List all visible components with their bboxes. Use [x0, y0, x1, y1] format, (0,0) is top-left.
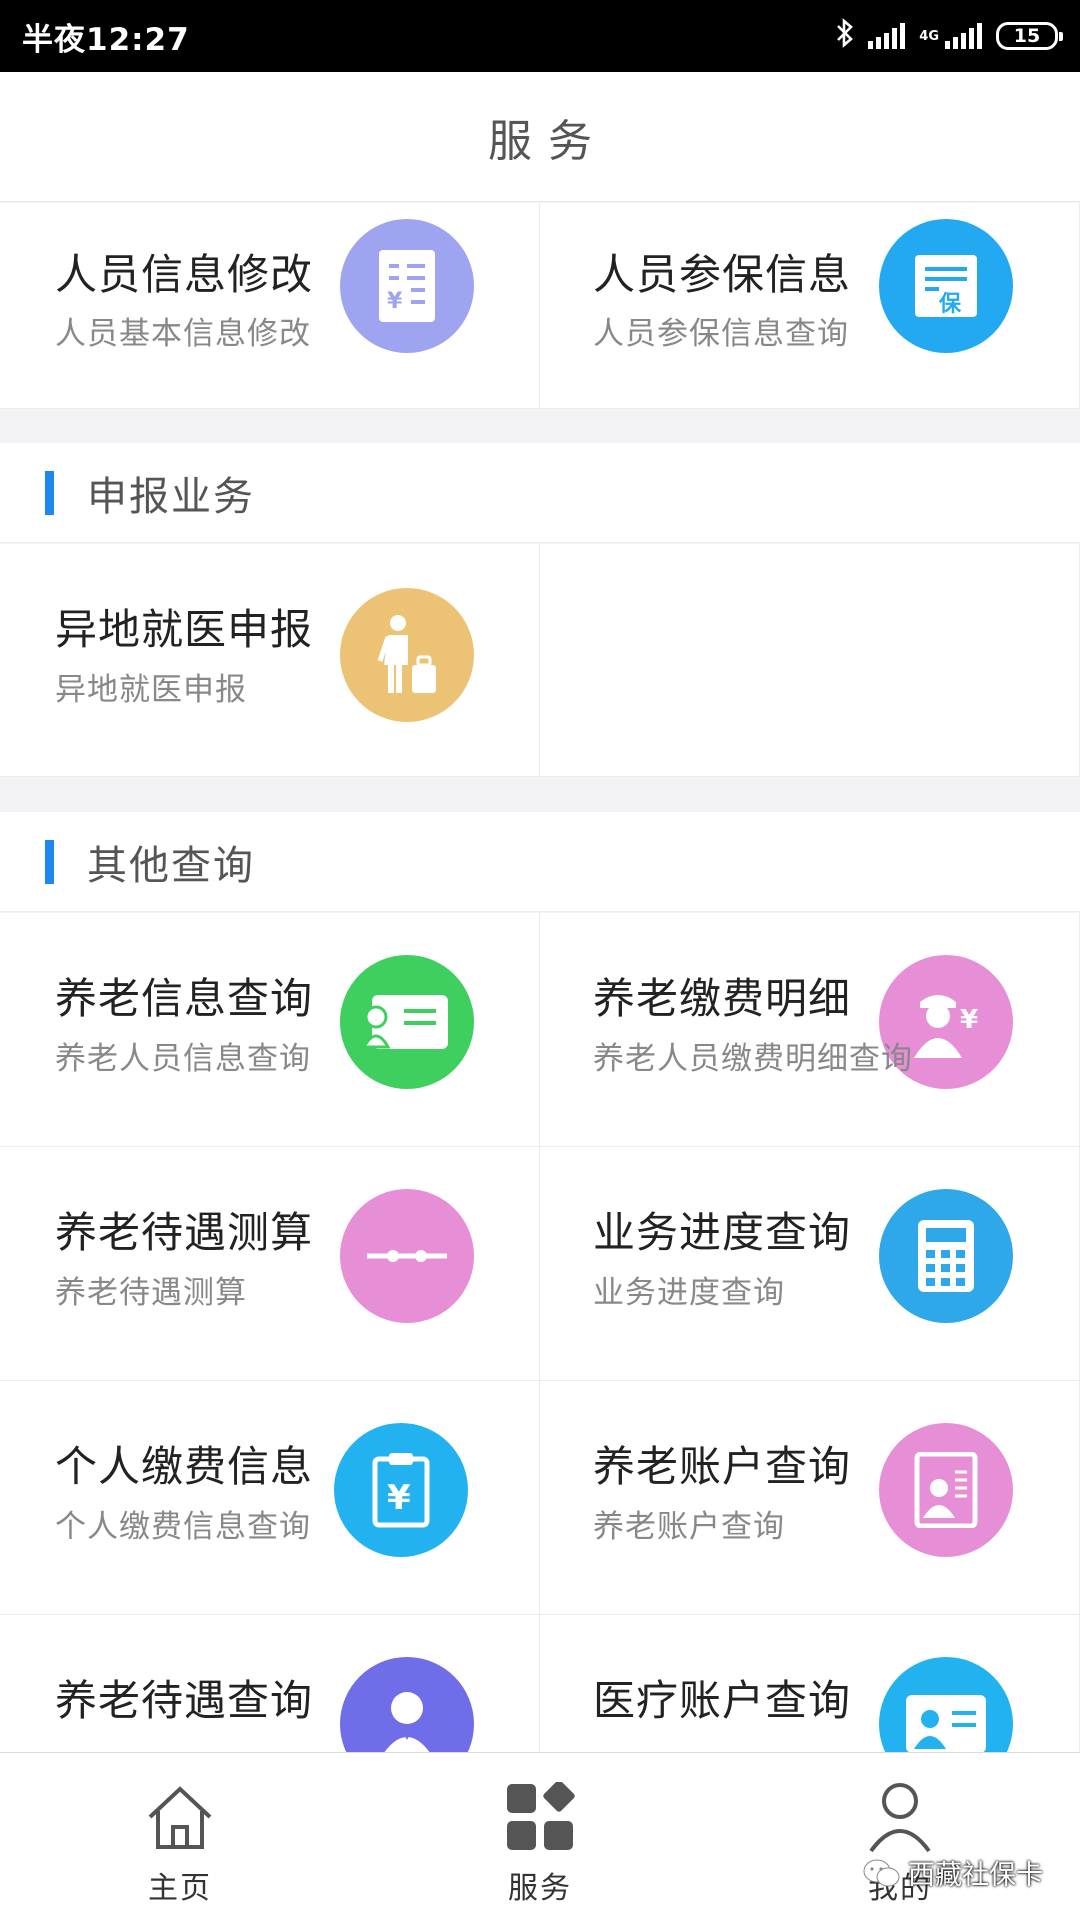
- tab-services[interactable]: 服务: [360, 1753, 720, 1920]
- card-business-progress[interactable]: 业务进度查询 业务进度查询: [540, 1147, 1080, 1381]
- card-remote-medical[interactable]: 异地就医申报 异地就医申报: [0, 544, 540, 777]
- traveler-luggage-icon: [340, 588, 474, 722]
- card-pension-estimate[interactable]: 养老待遇测算 养老待遇测算: [0, 1147, 540, 1381]
- card-title: 业务进度查询: [593, 1208, 852, 1257]
- declare-card-grid: 异地就医申报 异地就医申报: [0, 544, 1080, 777]
- document-yen-icon: ¥: [340, 219, 474, 353]
- wechat-logo-icon: [863, 1859, 900, 1886]
- section-header-declare: 申报业务: [0, 443, 1080, 543]
- card-subtitle: 业务进度查询: [593, 1275, 785, 1311]
- card-subtitle: 养老人员信息查询: [55, 1041, 311, 1077]
- card-title: 个人缴费信息: [55, 1442, 314, 1491]
- network-type: 4G: [919, 28, 939, 44]
- card-title: 异地就医申报: [55, 605, 314, 654]
- status-icons: 4G 15: [836, 17, 1063, 55]
- card-title: 养老信息查询: [55, 974, 314, 1023]
- signal-4g-icon: [945, 23, 982, 49]
- top-card-grid: 人员信息修改 人员基本信息修改 ¥ 人员参保信息 人员参保信息查询 保: [0, 203, 1080, 409]
- card-title: 养老待遇测算: [55, 1208, 314, 1257]
- card-subtitle: 个人缴费信息查询: [55, 1509, 311, 1545]
- card-title: 养老账户查询: [593, 1442, 852, 1491]
- profile-doc-icon: [879, 1423, 1013, 1557]
- section-accent-bar: [45, 470, 54, 515]
- section-title: 其他查询: [87, 842, 255, 889]
- status-bar: 半夜12:27 4G 15: [0, 0, 1080, 72]
- card-title: 人员信息修改: [55, 250, 314, 299]
- svg-text:¥: ¥: [387, 1478, 411, 1518]
- card-title: 养老缴费明细: [593, 974, 852, 1023]
- page-header: 服务: [0, 72, 1080, 202]
- card-title: 医疗账户查询: [593, 1676, 852, 1725]
- tab-label: 主页: [148, 1871, 212, 1906]
- section-header-other: 其他查询: [0, 812, 1080, 912]
- status-time: 半夜12:27: [22, 21, 190, 58]
- card-insurance-info[interactable]: 人员参保信息 人员参保信息查询 保: [540, 203, 1080, 409]
- section-title: 申报业务: [87, 473, 255, 520]
- bluetooth-icon: [836, 17, 854, 55]
- battery-level: 15: [1013, 25, 1041, 47]
- watermark-text: 西藏社保卡: [908, 1860, 1043, 1891]
- signal-icon: [868, 23, 906, 49]
- calculator-icon: [879, 1189, 1013, 1323]
- card-personal-payment[interactable]: 个人缴费信息 个人缴费信息查询 ¥: [0, 1381, 540, 1615]
- grid-icon: [502, 1779, 578, 1855]
- svg-text:¥: ¥: [960, 1005, 978, 1035]
- svg-text:保: 保: [938, 292, 962, 317]
- card-subtitle: 养老账户查询: [593, 1509, 785, 1545]
- card-subtitle: 异地就医申报: [55, 672, 247, 708]
- home-icon: [142, 1779, 218, 1855]
- tab-profile[interactable]: 我的: [720, 1753, 1080, 1920]
- other-card-grid: 养老信息查询 养老人员信息查询 养老缴费明细 养老人员缴费明细查询 ¥ 养老待遇…: [0, 913, 1080, 1849]
- empty-cell: [540, 544, 1080, 777]
- card-title: 养老待遇查询: [55, 1676, 314, 1725]
- tab-home[interactable]: 主页: [0, 1753, 360, 1920]
- card-title: 人员参保信息: [593, 250, 852, 299]
- card-person-info-edit[interactable]: 人员信息修改 人员基本信息修改 ¥: [0, 203, 540, 409]
- insurance-doc-icon: 保: [879, 219, 1013, 353]
- id-card-icon: [340, 955, 474, 1089]
- user-icon: [862, 1779, 938, 1855]
- card-subtitle: 养老人员缴费明细查询: [593, 1041, 913, 1077]
- page-title: 服务: [488, 115, 608, 167]
- card-pension-info[interactable]: 养老信息查询 养老人员信息查询: [0, 913, 540, 1147]
- clipboard-yen-icon: ¥: [334, 1423, 468, 1557]
- tab-label: 服务: [508, 1871, 572, 1906]
- slider-icon: [340, 1189, 474, 1323]
- bottom-tab-bar: 主页 服务 我的: [0, 1752, 1080, 1920]
- section-accent-bar: [45, 839, 54, 884]
- card-subtitle: 养老待遇测算: [55, 1275, 247, 1311]
- card-subtitle: 人员基本信息修改: [55, 316, 311, 352]
- watermark: 西藏社保卡: [862, 1853, 1043, 1892]
- card-subtitle: 人员参保信息查询: [593, 316, 849, 352]
- card-pension-payment-detail[interactable]: 养老缴费明细 养老人员缴费明细查询 ¥: [540, 913, 1080, 1147]
- battery-icon: 15: [996, 22, 1063, 50]
- card-pension-account[interactable]: 养老账户查询 养老账户查询: [540, 1381, 1080, 1615]
- svg-text:¥: ¥: [387, 289, 403, 314]
